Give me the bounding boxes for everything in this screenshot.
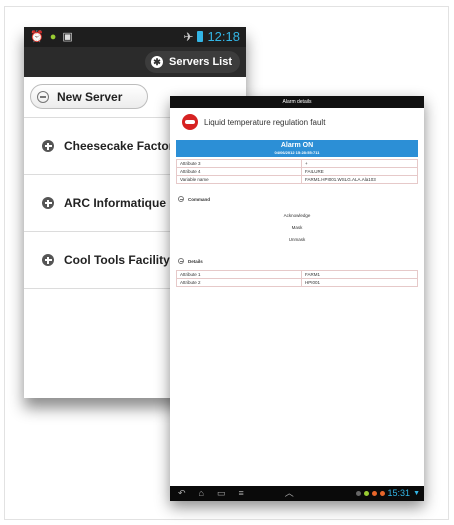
detail-label: Attribute 1	[176, 270, 302, 279]
tablet-screen: Alarm details Liquid temperature regulat…	[170, 96, 424, 501]
back-icon[interactable]: ↶	[178, 488, 186, 499]
menu-icon[interactable]: ≡	[239, 488, 244, 499]
notification-icon	[371, 490, 377, 496]
command-section-toggle[interactable]: Command	[178, 196, 210, 202]
alarm-state-bar: Alarm ON 04/06/2012 15:28:55:711	[176, 140, 418, 157]
plus-circle-icon	[42, 254, 54, 266]
gear-icon: ✱	[151, 56, 164, 68]
details-table: Attribute 1 FARM1 Attribute 2 HPI001	[176, 270, 418, 287]
servers-list-button[interactable]: ✱ Servers List	[145, 51, 240, 73]
detail-label: Attribute 2	[176, 278, 302, 287]
unmask-button[interactable]: Unmask	[170, 237, 424, 242]
table-row: Attribute 3 +	[176, 159, 418, 168]
attribute-value: FAILURE	[301, 167, 418, 176]
alarm-details-header: Alarm details	[170, 96, 424, 108]
new-server-label: New Server	[57, 89, 123, 104]
plus-circle-icon	[42, 140, 54, 152]
app-logo-icon	[182, 114, 198, 130]
image-icon: ▣	[62, 31, 73, 43]
table-row: Attribute 4 FAILURE	[176, 167, 418, 176]
tablet-navigation-bar: ↶ ⌂ ▭ ≡ ︿ 15:31 ▼	[170, 486, 424, 501]
minus-circle-icon	[178, 196, 184, 202]
battery-icon	[197, 31, 204, 42]
command-section-label: Command	[188, 196, 211, 202]
acknowledge-button[interactable]: Acknowledge	[170, 213, 424, 218]
alarm-clock-icon: ⏰	[30, 31, 44, 43]
notification-icons: ⏰ ● ▣	[30, 31, 73, 43]
tablet-time: 15:31	[387, 488, 411, 498]
table-row: Attribute 1 FARM1	[176, 270, 418, 279]
status-time: 12:18	[207, 29, 240, 44]
attribute-label: Attribute 4	[176, 167, 302, 176]
airplane-icon: ✈	[183, 29, 194, 44]
phone-action-bar: ✱ Servers List	[24, 47, 246, 77]
phone-status-bar: ⏰ ● ▣ ✈ 12:18	[24, 27, 246, 47]
recent-apps-icon[interactable]: ▭	[217, 488, 226, 499]
server-name: Cheesecake Factory	[64, 139, 181, 153]
details-section-toggle[interactable]: Details	[178, 258, 203, 264]
alarm-timestamp: 04/06/2012 15:28:55:711	[274, 150, 320, 155]
attributes-table: Attribute 3 + Attribute 4 FAILURE Variab…	[176, 159, 418, 184]
details-section-label: Details	[188, 258, 203, 264]
plus-circle-icon	[42, 197, 54, 209]
server-name: Cool Tools Facility	[64, 253, 170, 267]
attribute-value: FARM1.HPI001.WSLG.ALA.Ala103	[301, 175, 418, 184]
alarm-state: Alarm ON	[280, 142, 314, 149]
notification-icon	[379, 490, 385, 496]
minus-circle-icon	[37, 90, 49, 103]
chevron-up-icon[interactable]: ︿	[285, 488, 294, 499]
detail-value: FARM1	[301, 270, 418, 279]
home-icon[interactable]: ⌂	[199, 488, 204, 499]
android-icon	[363, 490, 369, 496]
detail-value: HPI001	[301, 278, 418, 287]
android-icon: ●	[49, 31, 57, 43]
servers-list-label: Servers List	[169, 56, 232, 68]
wifi-icon: ▼	[413, 489, 420, 497]
table-row: Attribute 2 HPI001	[176, 278, 418, 287]
attribute-value: +	[301, 159, 418, 168]
alarm-title: Liquid temperature regulation fault	[204, 117, 326, 127]
attribute-label: Variable name	[176, 175, 302, 184]
minus-circle-icon	[178, 258, 184, 264]
attribute-label: Attribute 3	[176, 159, 302, 168]
mask-button[interactable]: Mask	[170, 225, 424, 230]
new-server-button[interactable]: New Server	[30, 84, 148, 109]
table-row: Variable name FARM1.HPI001.WSLG.ALA.Ala1…	[176, 175, 418, 184]
grid-icon	[355, 490, 361, 496]
